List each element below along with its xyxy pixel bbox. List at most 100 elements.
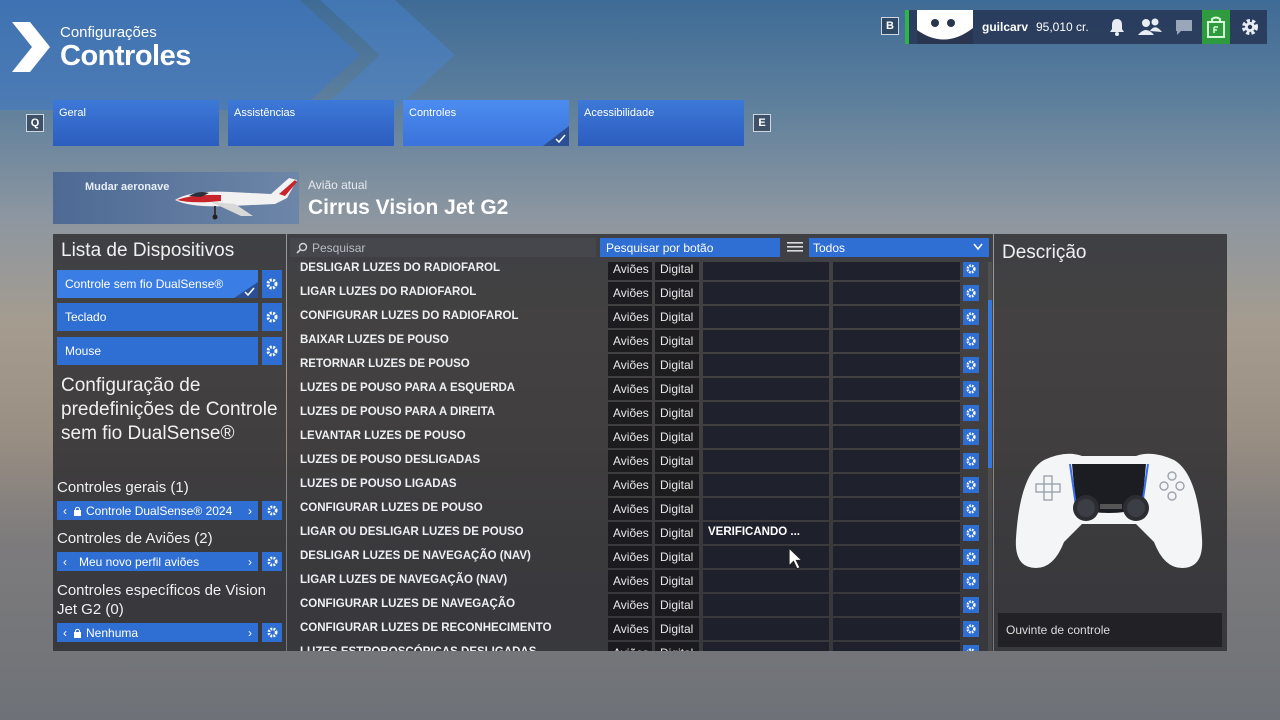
- binding-settings-button[interactable]: [963, 501, 979, 517]
- binding-slot-primary[interactable]: [703, 594, 829, 616]
- device-settings-button[interactable]: [262, 337, 282, 365]
- binding-slot-primary[interactable]: [703, 426, 829, 448]
- binding-slot-secondary[interactable]: [833, 330, 960, 352]
- scrollbar-thumb[interactable]: [988, 300, 992, 468]
- binding-settings-button[interactable]: [963, 262, 979, 277]
- general-preset-selector[interactable]: ‹ Controle DualSense® 2024 ›: [57, 501, 258, 520]
- binding-settings-button[interactable]: [963, 645, 979, 651]
- binding-slot-secondary[interactable]: [833, 450, 960, 472]
- binding-row[interactable]: CONFIGURAR LUZES DE RECONHECIMENTO Aviões…: [290, 618, 988, 640]
- binding-slot-secondary[interactable]: [833, 378, 960, 400]
- binding-settings-button[interactable]: [963, 429, 979, 445]
- binding-settings-button[interactable]: [963, 405, 979, 421]
- chevron-right-icon[interactable]: ›: [248, 504, 252, 518]
- binding-settings-button[interactable]: [963, 285, 979, 301]
- binding-settings-button[interactable]: [963, 549, 979, 565]
- category-filter-dropdown[interactable]: Todos: [809, 238, 989, 257]
- bindings-list[interactable]: DESLIGAR LUZES DO RADIOFAROL Aviões Digita…: [290, 262, 988, 651]
- binding-slot-primary[interactable]: [703, 498, 829, 520]
- binding-slot-primary[interactable]: [703, 402, 829, 424]
- binding-settings-button[interactable]: [963, 621, 979, 637]
- binding-slot-primary[interactable]: [703, 474, 829, 496]
- binding-slot-primary[interactable]: [703, 570, 829, 592]
- device-dualsense[interactable]: Controle sem fio DualSense®: [57, 270, 258, 298]
- chevron-left-icon[interactable]: ‹: [63, 504, 67, 518]
- binding-row[interactable]: BAIXAR LUZES DE POUSO Aviões Digital: [290, 330, 988, 352]
- binding-settings-button[interactable]: [963, 309, 979, 325]
- binding-row[interactable]: LUZES ESTROBOSCÓPICAS DESLIGADAS AviõesDi…: [290, 642, 988, 651]
- binding-slot-secondary[interactable]: [833, 426, 960, 448]
- chat-icon[interactable]: [1174, 17, 1194, 37]
- binding-slot-secondary[interactable]: [833, 642, 960, 651]
- preset-settings-button[interactable]: [262, 552, 282, 571]
- plane-preset-selector[interactable]: ‹ Meu novo perfil aviões ›: [57, 552, 258, 571]
- binding-slot-primary[interactable]: [703, 330, 829, 352]
- device-settings-button[interactable]: [262, 303, 282, 331]
- binding-slot-secondary[interactable]: [833, 618, 960, 640]
- chevron-right-icon[interactable]: ›: [248, 555, 252, 569]
- chevron-right-icon[interactable]: ›: [248, 626, 252, 640]
- binding-slot-primary[interactable]: [703, 378, 829, 400]
- binding-row[interactable]: LUZES DE POUSO PARA A ESQUERDA Aviões Digi…: [290, 378, 988, 400]
- binding-row[interactable]: RETORNAR LUZES DE POUSO Aviões Digital: [290, 354, 988, 376]
- binding-settings-button[interactable]: [963, 357, 979, 373]
- tab-controles[interactable]: Controles: [403, 100, 569, 146]
- friends-icon[interactable]: [1137, 17, 1163, 37]
- controller-listener[interactable]: Ouvinte de controle: [998, 613, 1222, 647]
- binding-slot-primary[interactable]: [703, 262, 829, 280]
- search-by-button[interactable]: Pesquisar por botão: [600, 238, 780, 257]
- binding-row[interactable]: CONFIGURAR LUZES DO RADIOFAROL Aviões Digi…: [290, 306, 988, 328]
- chevron-left-icon[interactable]: ‹: [63, 555, 67, 569]
- binding-slot-secondary[interactable]: [833, 282, 960, 304]
- username[interactable]: guilcarv: [982, 20, 1028, 34]
- binding-row[interactable]: DESLIGAR LUZES DO RADIOFAROL Aviões Digita…: [290, 262, 988, 280]
- binding-row[interactable]: DESLIGAR LUZES DE NAVEGAÇÃO (NAV) Aviões D…: [290, 546, 988, 568]
- device-mouse[interactable]: Mouse: [57, 337, 258, 365]
- binding-row[interactable]: LIGAR OU DESLIGAR LUZES DE POUSO Aviões Di…: [290, 522, 988, 544]
- binding-row[interactable]: LUZES DE POUSO DESLIGADAS Aviões Digital: [290, 450, 988, 472]
- binding-slot-secondary[interactable]: [833, 262, 960, 280]
- bell-icon[interactable]: [1107, 17, 1127, 37]
- binding-slot-secondary[interactable]: [833, 522, 960, 544]
- change-aircraft-button[interactable]: Mudar aeronave: [53, 172, 299, 224]
- binding-slot-secondary[interactable]: [833, 402, 960, 424]
- binding-slot-primary[interactable]: [703, 642, 829, 651]
- store-button[interactable]: [1202, 10, 1230, 44]
- tab-geral[interactable]: Geral: [53, 100, 219, 146]
- binding-row[interactable]: LEVANTAR LUZES DE POUSO Aviões Digital: [290, 426, 988, 448]
- binding-row[interactable]: LIGAR LUZES DO RADIOFAROL Aviões Digital: [290, 282, 988, 304]
- binding-settings-button[interactable]: [963, 525, 979, 541]
- binding-slot-secondary[interactable]: [833, 354, 960, 376]
- binding-settings-button[interactable]: [963, 597, 979, 613]
- binding-slot-secondary[interactable]: [833, 498, 960, 520]
- binding-settings-button[interactable]: [963, 381, 979, 397]
- binding-slot-primary[interactable]: [703, 282, 829, 304]
- chevron-left-icon[interactable]: ‹: [63, 626, 67, 640]
- binding-slot-primary[interactable]: [703, 450, 829, 472]
- binding-slot-primary[interactable]: [703, 618, 829, 640]
- binding-slot-primary[interactable]: [703, 546, 829, 568]
- binding-slot-primary[interactable]: VERIFICANDO ...: [703, 522, 829, 544]
- filter-list-icon[interactable]: [786, 240, 804, 254]
- tab-assistencias[interactable]: Assistências: [228, 100, 394, 146]
- binding-slot-secondary[interactable]: [833, 546, 960, 568]
- binding-slot-primary[interactable]: [703, 306, 829, 328]
- binding-settings-button[interactable]: [963, 453, 979, 469]
- binding-slot-secondary[interactable]: [833, 594, 960, 616]
- device-settings-button[interactable]: [262, 270, 282, 298]
- search-input[interactable]: Pesquisar: [290, 238, 596, 257]
- preset-settings-button[interactable]: [262, 501, 282, 520]
- binding-slot-secondary[interactable]: [833, 570, 960, 592]
- binding-settings-button[interactable]: [963, 573, 979, 589]
- binding-row[interactable]: CONFIGURAR LUZES DE POUSO Aviões Digital: [290, 498, 988, 520]
- binding-row[interactable]: LUZES DE POUSO PARA A DIREITA Aviões Digit…: [290, 402, 988, 424]
- binding-slot-secondary[interactable]: [833, 474, 960, 496]
- preset-settings-button[interactable]: [262, 623, 282, 642]
- binding-slot-secondary[interactable]: [833, 306, 960, 328]
- binding-row[interactable]: LUZES DE POUSO LIGADAS Aviões Digital: [290, 474, 988, 496]
- binding-row[interactable]: LIGAR LUZES DE NAVEGAÇÃO (NAV) Aviões Digi…: [290, 570, 988, 592]
- binding-slot-primary[interactable]: [703, 354, 829, 376]
- binding-settings-button[interactable]: [963, 477, 979, 493]
- binding-settings-button[interactable]: [963, 333, 979, 349]
- binding-row[interactable]: CONFIGURAR LUZES DE NAVEGAÇÃO Aviões Digit…: [290, 594, 988, 616]
